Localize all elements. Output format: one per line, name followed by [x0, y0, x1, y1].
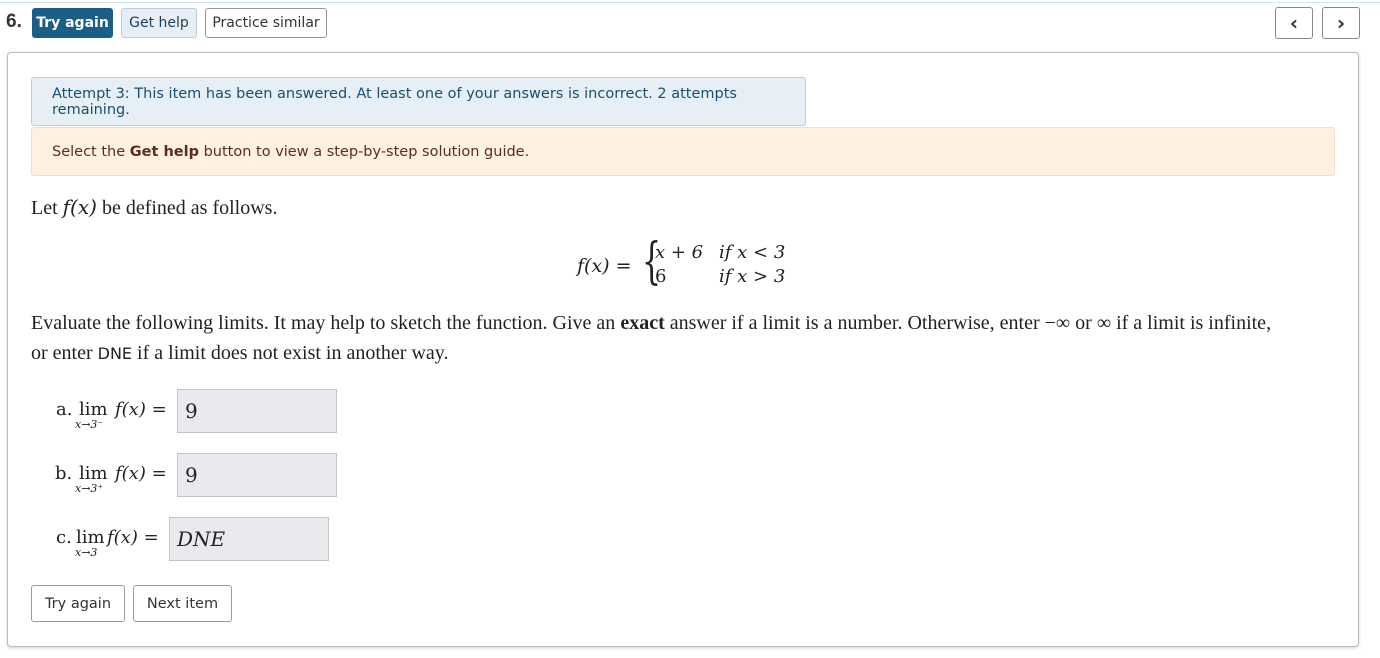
part-c-expression: f(x) = [107, 527, 159, 548]
instr-2a: or enter [31, 342, 98, 364]
practice-similar-button[interactable]: Practice similar [205, 8, 327, 38]
next-question-button[interactable]: › [1322, 7, 1360, 39]
get-help-alert: Select the Get help button to view a ste… [31, 127, 1335, 176]
part-c-label: c. [56, 527, 72, 548]
attempt-status-alert: Attempt 3: This item has been answered. … [31, 77, 806, 126]
part-a-answer-input[interactable]: 9 [177, 389, 337, 433]
problem-intro: Let f(x) be defined as follows. [31, 195, 277, 220]
help-prefix: Select the [52, 143, 130, 160]
intro-suffix: be defined as follows. [96, 197, 278, 219]
footer-try-again-button[interactable]: Try again [31, 585, 125, 622]
chevron-left-icon: ‹ [1289, 11, 1299, 35]
part-c-subscript: x→3 [75, 546, 98, 559]
case2-expression: 6 [655, 266, 667, 287]
chevron-right-icon: › [1336, 11, 1346, 35]
part-b-subscript: x→3⁺ [75, 482, 104, 495]
help-suffix: button to view a step-by-step solution g… [198, 143, 530, 160]
case1-condition: if x < 3 [719, 242, 786, 263]
help-bold: Get help [129, 143, 199, 160]
question-number: 6. [6, 11, 22, 32]
part-b-expression: f(x) = [115, 463, 167, 484]
attempt-status-text: Attempt 3: This item has been answered. … [52, 85, 737, 118]
case1-expression: x + 6 [655, 242, 704, 263]
part-c-lim: lim [76, 527, 105, 548]
instr-exact: exact [620, 312, 665, 334]
part-a-lim: lim [79, 399, 108, 420]
part-b-label: b. [55, 463, 73, 484]
intro-prefix: Let [31, 197, 63, 219]
instr-1b: answer if a limit is a number. Otherwise… [664, 312, 1272, 334]
instr-2b: if a limit does not exist in another way… [132, 342, 449, 364]
instructions-line-2: or enter DNE if a limit does not exist i… [31, 342, 448, 365]
instructions-line-1: Evaluate the following limits. It may he… [31, 312, 1271, 335]
instr-dne-code: DNE [97, 344, 133, 363]
part-a-label: a. [56, 399, 73, 420]
instr-1a: Evaluate the following limits. It may he… [31, 312, 621, 334]
intro-fx: f(x) [62, 195, 97, 219]
get-help-button[interactable]: Get help [121, 8, 197, 38]
part-c-answer-input[interactable]: DNE [169, 517, 329, 561]
next-item-button[interactable]: Next item [133, 585, 232, 622]
part-b-answer-input[interactable]: 9 [177, 453, 337, 497]
case2-condition: if x > 3 [719, 266, 786, 287]
top-divider [0, 2, 1380, 3]
definition-lhs: f(x) = [577, 255, 632, 277]
part-a-expression: f(x) = [115, 399, 167, 420]
previous-question-button[interactable]: ‹ [1275, 7, 1313, 39]
part-b-lim: lim [79, 463, 108, 484]
try-again-button[interactable]: Try again [32, 8, 113, 38]
part-a-subscript: x→3⁻ [75, 418, 104, 431]
